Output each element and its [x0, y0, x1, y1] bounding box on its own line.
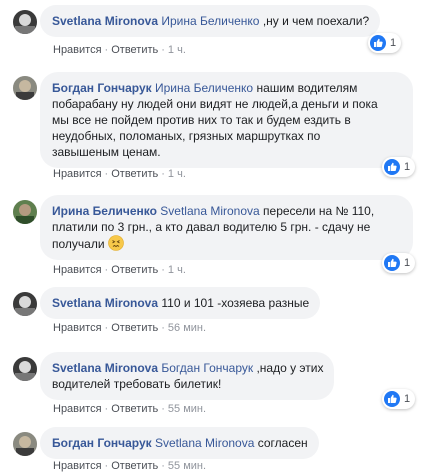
reaction-count[interactable]: 1	[382, 253, 416, 273]
reaction-number: 1	[404, 161, 411, 173]
like-link[interactable]: Нравится	[53, 168, 102, 180]
comment-author[interactable]: Богдан Гончарук	[52, 81, 152, 95]
avatar[interactable]	[13, 357, 37, 381]
separator: ·	[104, 44, 109, 56]
reply-link[interactable]: Ответить	[111, 44, 158, 56]
separator: ·	[104, 322, 109, 334]
like-link[interactable]: Нравится	[53, 322, 102, 334]
comment-author[interactable]: Богдан Гончарук	[52, 436, 152, 450]
comment-text: согласен	[254, 436, 308, 450]
comment-text: 110 и 101 -хозяева разные	[158, 296, 310, 310]
reply-link[interactable]: Ответить	[111, 168, 158, 180]
comment-mention[interactable]: Ирина Беличенко	[155, 81, 253, 95]
comment-text: ,надо у этих	[253, 361, 324, 375]
reply-link[interactable]: Ответить	[111, 322, 158, 334]
avatar[interactable]	[13, 432, 37, 456]
separator: ·	[104, 460, 109, 472]
comment-bubble: Богдан Гончарук Ирина Беличенко нашим во…	[40, 72, 413, 168]
comment-mention[interactable]: Ирина Беличенко	[161, 14, 259, 28]
reaction-count[interactable]: 1	[382, 389, 416, 409]
separator: ·	[161, 460, 165, 472]
comment-text: побарабану ну людей они видят не людей,а…	[52, 97, 378, 111]
separator: ·	[104, 168, 109, 180]
comment-bubble: Богдан Гончарук Svetlana Mironova соглас…	[40, 427, 319, 459]
comment-bubble: Svetlana Mironova 110 и 101 -хозяева раз…	[40, 287, 321, 319]
comment-actions: Нравится · Ответить · 1 ч.	[53, 264, 186, 276]
like-link[interactable]: Нравится	[53, 403, 102, 415]
comment-mention[interactable]: Богдан Гончарук	[161, 361, 253, 375]
comment-actions: Нравится · Ответить · 55 мин.	[53, 403, 206, 415]
comment-author[interactable]: Ирина Беличенко	[52, 204, 157, 218]
comment-text: ,ну и чем поехали?	[259, 14, 370, 28]
reply-link[interactable]: Ответить	[111, 460, 158, 472]
reaction-number: 1	[404, 393, 411, 405]
reaction-count[interactable]: 1	[382, 157, 416, 177]
avatar[interactable]	[13, 76, 37, 100]
reply-link[interactable]: Ответить	[111, 403, 158, 415]
comment-actions: Нравится · Ответить · 1 ч.	[53, 168, 186, 180]
confounded-face-icon	[108, 235, 124, 251]
comment-actions: Нравится · Ответить · 55 мин.	[53, 460, 206, 472]
comment-text: неудобных, поломаных, грязных маршрутках…	[52, 129, 321, 143]
comment-text: получали	[52, 237, 105, 251]
comment-timestamp[interactable]: 56 мин.	[168, 322, 206, 334]
separator: ·	[104, 264, 109, 276]
comment-mention[interactable]: Svetlana Mironova	[160, 204, 259, 218]
separator: ·	[161, 44, 165, 56]
like-icon	[370, 35, 386, 51]
like-icon	[384, 391, 400, 407]
comment-text: платили по 3 грн., а кто давал водителю …	[52, 220, 371, 234]
comment-actions: Нравится · Ответить · 1 ч.	[53, 44, 186, 56]
comment-timestamp[interactable]: 1 ч.	[168, 168, 186, 180]
comment-bubble: Ирина Беличенко Svetlana Mironova пересе…	[40, 195, 413, 260]
separator: ·	[161, 264, 165, 276]
comment-text: завышеным ценам.	[52, 145, 161, 159]
reply-link[interactable]: Ответить	[111, 264, 158, 276]
comment-bubble: Svetlana Mironova Ирина Беличенко ,ну и …	[40, 5, 381, 37]
like-icon	[384, 255, 400, 271]
like-link[interactable]: Нравится	[53, 460, 102, 472]
like-link[interactable]: Нравится	[53, 264, 102, 276]
comment-bubble: Svetlana Mironova Богдан Гончарук ,надо …	[40, 352, 335, 400]
comment-timestamp[interactable]: 1 ч.	[168, 264, 186, 276]
comment-mention[interactable]: Svetlana Mironova	[155, 436, 254, 450]
comment-author[interactable]: Svetlana Mironova	[52, 14, 158, 28]
avatar[interactable]	[13, 200, 37, 224]
separator: ·	[161, 168, 165, 180]
separator: ·	[104, 403, 109, 415]
comment-author[interactable]: Svetlana Mironova	[52, 296, 158, 310]
avatar[interactable]	[13, 10, 37, 34]
separator: ·	[161, 403, 165, 415]
comment-text: мы все не пойдем против них то так и буд…	[52, 113, 351, 127]
comment-timestamp[interactable]: 1 ч.	[168, 44, 186, 56]
separator: ·	[161, 322, 165, 334]
reaction-number: 1	[404, 257, 411, 269]
comment-text: пересели на № 110,	[259, 204, 375, 218]
comment-author[interactable]: Svetlana Mironova	[52, 361, 158, 375]
comment-text: нашим водителям	[253, 81, 358, 95]
comment-timestamp[interactable]: 55 мин.	[168, 403, 206, 415]
reaction-number: 1	[390, 37, 397, 49]
reaction-count[interactable]: 1	[368, 33, 402, 53]
comment-timestamp[interactable]: 55 мин.	[168, 460, 206, 472]
comment-text: водителей требовать билетик!	[52, 377, 222, 391]
like-link[interactable]: Нравится	[53, 44, 102, 56]
comment-actions: Нравится · Ответить · 56 мин.	[53, 322, 206, 334]
like-icon	[384, 159, 400, 175]
avatar[interactable]	[13, 292, 37, 316]
